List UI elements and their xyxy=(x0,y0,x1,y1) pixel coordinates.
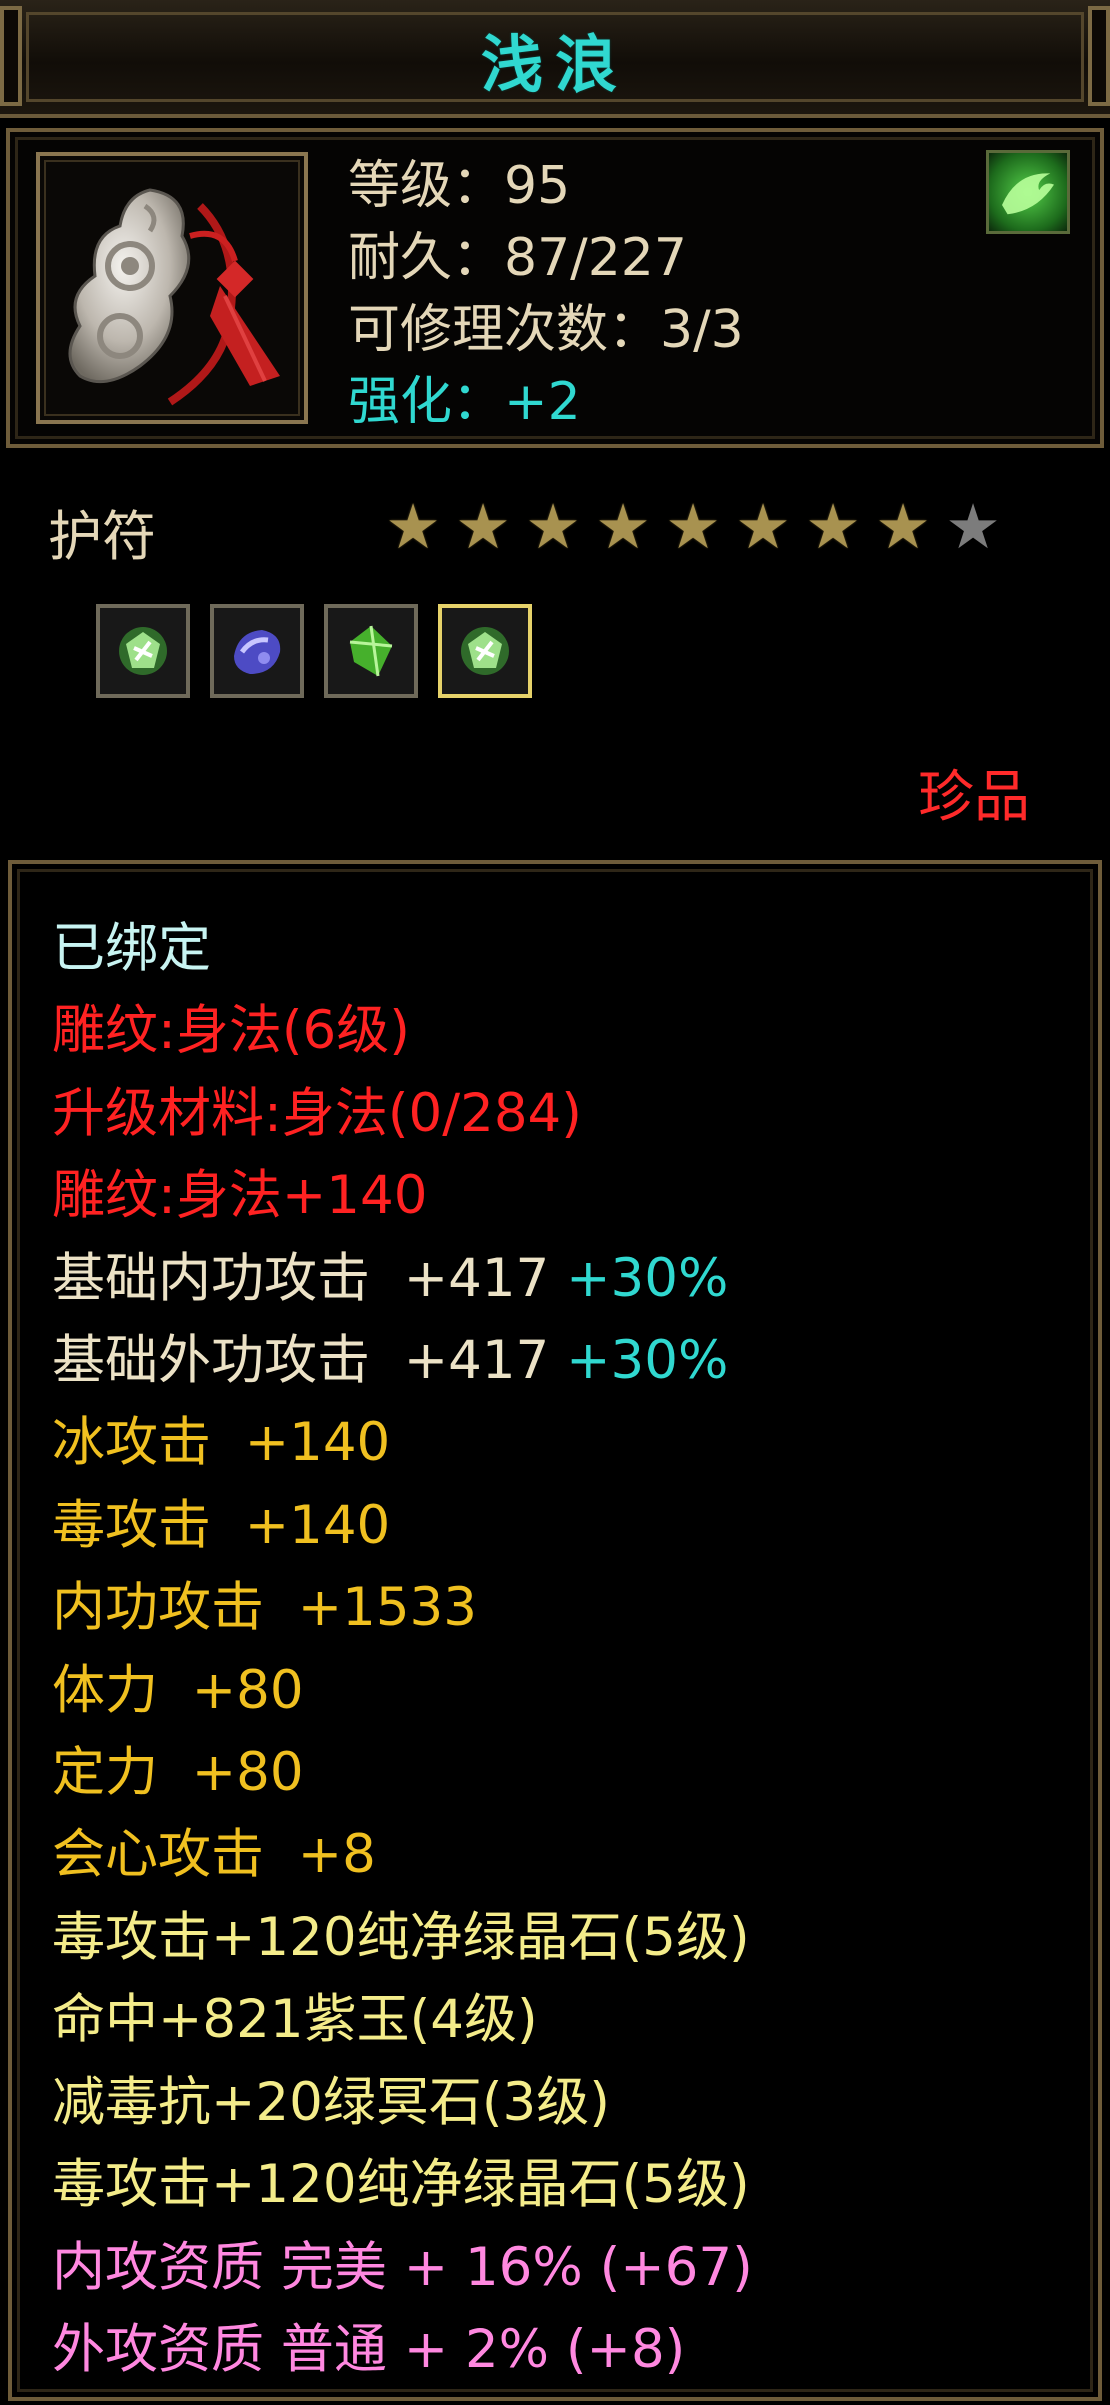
outer-attack-base-value: 基础外功攻击 +417 xyxy=(52,1330,567,1392)
title-bar: 浅浪 xyxy=(0,0,1110,118)
ice-attack-line: 冰攻击 +140 xyxy=(52,1412,391,1474)
gem-line-1: 毒攻击+120纯净绿晶石(5级) xyxy=(52,1906,750,1968)
gem-socket-2[interactable] xyxy=(210,604,304,698)
green-stone-gem-icon xyxy=(349,625,393,677)
enhance-level-text: 强化：+2 xyxy=(348,372,581,432)
green-swirl-icon xyxy=(986,150,1070,234)
star-filled-icon: ★ xyxy=(875,490,931,563)
durability-text: 耐久：87/227 xyxy=(348,228,687,288)
star-filled-icon: ★ xyxy=(805,490,861,563)
star-filled-icon: ★ xyxy=(665,490,721,563)
attribute-list: 已绑定 雕纹:身法(6级) 升级材料:身法(0/284) 雕纹:身法+140 基… xyxy=(52,908,753,2391)
star-filled-icon: ★ xyxy=(735,490,791,563)
jade-amulet-icon xyxy=(68,188,280,406)
star-empty-icon: ★ xyxy=(945,490,1001,563)
inner-attack-pct: +30% xyxy=(566,1247,729,1309)
gem-line-4: 毒攻击+120纯净绿晶石(5级) xyxy=(52,2154,750,2216)
star-filled-icon: ★ xyxy=(455,490,511,563)
gem-socket-3[interactable] xyxy=(324,604,418,698)
inner-attack-base-value: 基础内功攻击 +417 xyxy=(52,1247,567,1309)
rarity-label: 珍品 xyxy=(918,765,1030,830)
item-type-label: 护符 xyxy=(48,505,156,568)
item-stats: 等级：95 耐久：87/227 可修理次数：3/3 强化：+2 xyxy=(348,150,744,438)
repair-count-text: 可修理次数：3/3 xyxy=(348,300,744,360)
green-crystal-gem-icon xyxy=(461,627,509,675)
star-filled-icon: ★ xyxy=(385,490,441,563)
crit-line: 会心攻击 +8 xyxy=(52,1824,376,1886)
item-header-panel: 等级：95 耐久：87/227 可修理次数：3/3 强化：+2 xyxy=(6,128,1104,448)
attributes-panel: 已绑定 雕纹:身法(6级) 升级材料:身法(0/284) 雕纹:身法+140 基… xyxy=(8,860,1102,2401)
star-rating: ★ ★ ★ ★ ★ ★ ★ ★ ★ xyxy=(382,496,1004,558)
inner-attack-line: 内功攻击 +1533 xyxy=(52,1577,477,1639)
gem-socket-1[interactable] xyxy=(96,604,190,698)
gem-line-3: 减毒抗+20绿冥石(3级) xyxy=(52,2071,610,2133)
purple-jade-gem-icon xyxy=(234,630,281,674)
green-crystal-gem-icon xyxy=(119,627,167,675)
gem-line-2: 命中+821紫玉(4级) xyxy=(52,1989,538,2051)
item-name: 浅浪 xyxy=(480,28,629,101)
focus-line: 定力 +80 xyxy=(52,1742,304,1804)
poison-attack-line: 毒攻击 +140 xyxy=(52,1494,391,1556)
gem-sockets xyxy=(96,604,532,698)
engrave-line: 雕纹:身法(6级) xyxy=(52,1000,410,1062)
engrave-bonus-line: 雕纹:身法+140 xyxy=(52,1165,428,1227)
upgrade-material-line: 升级材料:身法(0/284) xyxy=(52,1082,582,1144)
level-text: 等级：95 xyxy=(348,156,571,216)
green-swirl-icon-glyph xyxy=(1002,173,1054,215)
outer-quality-line: 外攻资质 普通 + 2% (+8) xyxy=(52,2318,686,2380)
outer-attack-base-line: 基础外功攻击 +417 +30% xyxy=(52,1320,753,1402)
bound-status: 已绑定 xyxy=(52,918,211,979)
outer-attack-pct: +30% xyxy=(566,1330,729,1392)
item-icon-frame xyxy=(36,152,308,424)
star-filled-icon: ★ xyxy=(595,490,651,563)
inner-quality-line: 内攻资质 完美 + 16% (+67) xyxy=(52,2236,753,2298)
gem-socket-4[interactable] xyxy=(438,604,532,698)
inner-attack-base-line: 基础内功攻击 +417 +30% xyxy=(52,1238,753,1320)
stamina-line: 体力 +80 xyxy=(52,1659,304,1721)
star-filled-icon: ★ xyxy=(525,490,581,563)
